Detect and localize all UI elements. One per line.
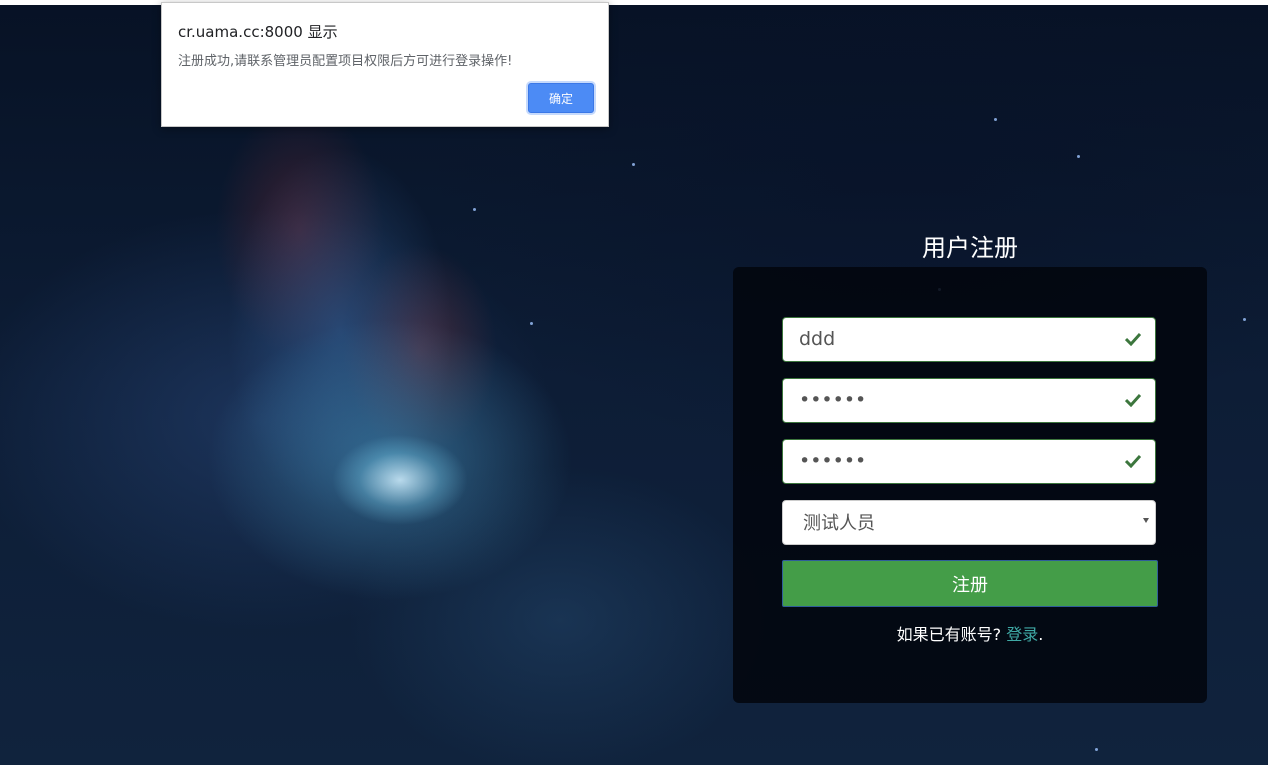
- alert-dialog: cr.uama.cc:8000 显示 注册成功,请联系管理员配置项目权限后方可进…: [161, 2, 609, 127]
- login-link[interactable]: 登录: [1006, 625, 1038, 644]
- role-select-value: 测试人员: [803, 513, 875, 534]
- star-decoration: [994, 118, 997, 121]
- page-background: cr.uama.cc:8000 显示 注册成功,请联系管理员配置项目权限后方可进…: [0, 0, 1268, 765]
- register-panel: ddd •••••• •••••• 测试人员 注册 如果已有账号? 登录.: [733, 267, 1207, 703]
- dialog-message: 注册成功,请联系管理员配置项目权限后方可进行登录操作!: [178, 54, 513, 69]
- password-value: ••••••: [799, 389, 867, 411]
- check-icon: [1125, 454, 1141, 468]
- confirm-password-value: ••••••: [799, 450, 867, 472]
- star-decoration: [473, 208, 476, 211]
- chevron-down-icon: [1143, 518, 1149, 523]
- register-title: 用户注册: [922, 234, 1018, 262]
- star-decoration: [1077, 155, 1080, 158]
- role-select[interactable]: 测试人员: [782, 500, 1156, 545]
- login-suffix: .: [1038, 625, 1044, 644]
- star-decoration: [1243, 318, 1246, 321]
- login-hint: 如果已有账号? 登录.: [733, 621, 1207, 645]
- star-decoration: [1095, 748, 1098, 751]
- password-field[interactable]: ••••••: [782, 378, 1156, 423]
- register-button[interactable]: 注册: [782, 560, 1158, 607]
- confirm-password-field[interactable]: ••••••: [782, 439, 1156, 484]
- username-field[interactable]: ddd: [782, 317, 1156, 362]
- star-decoration: [530, 322, 533, 325]
- star-decoration: [632, 163, 635, 166]
- dialog-title: cr.uama.cc:8000 显示: [178, 23, 338, 41]
- login-prompt-text: 如果已有账号?: [896, 625, 1002, 644]
- username-value: ddd: [799, 328, 836, 350]
- dialog-ok-button[interactable]: 确定: [528, 83, 594, 113]
- check-icon: [1125, 332, 1141, 346]
- check-icon: [1125, 393, 1141, 407]
